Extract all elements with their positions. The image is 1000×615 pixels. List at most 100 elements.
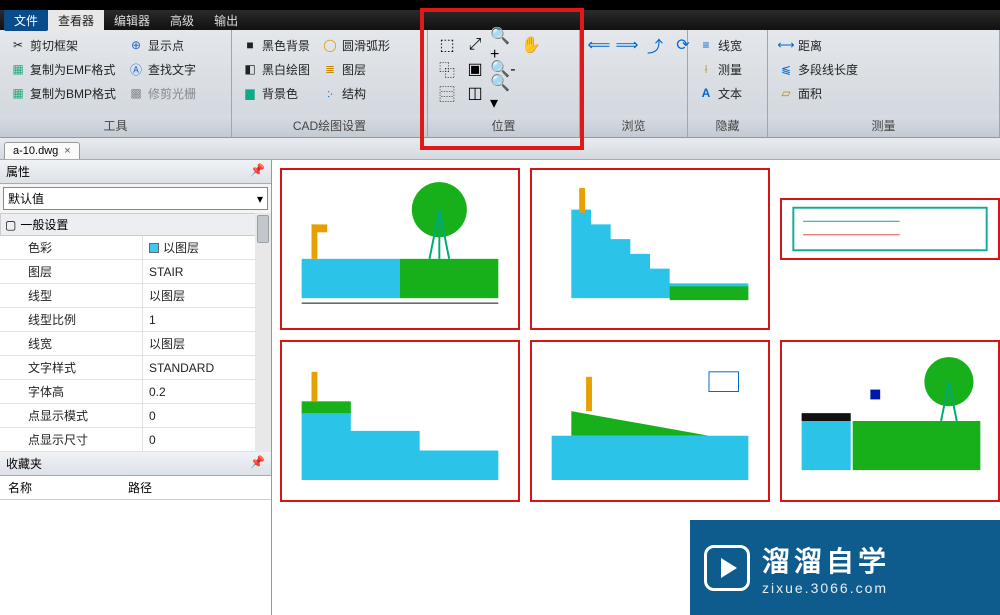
document-tab[interactable]: a-10.dwg ×: [4, 142, 80, 159]
title-bar: [0, 0, 1000, 10]
properties-panel-title: 属性 📌: [0, 160, 271, 184]
copy-bmp-button[interactable]: ▦复制为BMP格式: [6, 82, 120, 104]
black-bg-button[interactable]: ■黑色背景: [238, 34, 314, 56]
zoom-dropdown[interactable]: 🔍▾: [490, 82, 516, 104]
cad-thumb-2[interactable]: [530, 168, 770, 330]
cad-thumb-1[interactable]: [280, 168, 520, 330]
text-icon: A: [698, 85, 714, 101]
col-path[interactable]: 路径: [120, 476, 160, 499]
linewidth-icon: ≡: [698, 37, 714, 53]
menu-output[interactable]: 输出: [204, 10, 248, 31]
menu-editor[interactable]: 编辑器: [104, 10, 160, 31]
property-row[interactable]: 点显示模式0: [0, 404, 271, 428]
polyline-length-button[interactable]: ⫹多段线长度: [774, 58, 862, 80]
nav-fwd-button[interactable]: ⟹: [614, 34, 640, 56]
bw-icon: ◧: [242, 61, 258, 77]
ribbon-label-browse: 浏览: [580, 115, 687, 137]
close-tab-icon[interactable]: ×: [64, 145, 70, 157]
zoom-in-button[interactable]: 🔍+: [490, 34, 516, 56]
play-icon: [704, 545, 750, 591]
pos-icon-6[interactable]: ◫: [462, 82, 488, 104]
watermark-url: zixue.3066.com: [762, 580, 890, 596]
bgcolor-icon: ▆: [242, 85, 258, 101]
trim-icon: ▩: [128, 85, 144, 101]
ribbon-label-hide: 隐藏: [688, 115, 767, 137]
property-row[interactable]: 线型比例1: [0, 308, 271, 332]
default-combo[interactable]: 默认值▾: [3, 187, 268, 210]
emf-icon: ▦: [10, 61, 26, 77]
structure-button[interactable]: ჻结构: [318, 82, 394, 104]
property-row[interactable]: 字体高0.2: [0, 380, 271, 404]
ribbon-group-browse: ⟸ ⟹ ⤴ ⟳ 浏览: [580, 30, 688, 137]
measure-toggle-button[interactable]: ⟊测量: [694, 58, 746, 80]
crop-icon: ✂: [10, 37, 26, 53]
distance-icon: ⟷: [778, 37, 794, 53]
col-name[interactable]: 名称: [0, 476, 120, 499]
ruler-icon: ⟊: [698, 61, 714, 77]
pos-icon-1[interactable]: ⬚: [434, 34, 460, 56]
ribbon-label-measure: 测量: [768, 115, 999, 137]
menu-viewer[interactable]: 查看器: [48, 10, 104, 31]
ribbon-label-position: 位置: [428, 115, 579, 137]
structure-icon: ჻: [322, 85, 338, 101]
document-tabs: a-10.dwg ×: [0, 138, 1000, 160]
arc-icon: ◯: [322, 37, 338, 53]
property-row[interactable]: 图层STAIR: [0, 260, 271, 284]
pos-icon-4[interactable]: ▣: [462, 58, 488, 80]
pos-icon-5[interactable]: ⿳: [434, 82, 460, 104]
layers-icon: ≣: [322, 61, 338, 77]
area-button[interactable]: ▱面积: [774, 82, 862, 104]
text-toggle-button[interactable]: A文本: [694, 82, 746, 104]
chevron-down-icon: ▾: [257, 192, 263, 206]
property-category[interactable]: ▢一般设置: [0, 213, 271, 236]
smooth-arc-button[interactable]: ◯圆滑弧形: [318, 34, 394, 56]
pos-icon-2[interactable]: ⤢: [462, 34, 488, 56]
ribbon-group-hide: ≡线宽 ⟊测量 A文本 隐藏: [688, 30, 768, 137]
bmp-icon: ▦: [10, 85, 26, 101]
cad-thumb-5[interactable]: [780, 340, 1000, 502]
property-row[interactable]: 点显示尺寸0: [0, 428, 271, 452]
pan-button[interactable]: ✋: [518, 34, 544, 56]
show-point-button[interactable]: ⊕显示点: [124, 34, 200, 56]
copy-emf-button[interactable]: ▦复制为EMF格式: [6, 58, 120, 80]
pin-icon[interactable]: 📌: [250, 163, 265, 180]
point-icon: ⊕: [128, 37, 144, 53]
ribbon-label-cad: CAD绘图设置: [232, 115, 427, 137]
menu-file[interactable]: 文件: [4, 10, 48, 31]
bw-draw-button[interactable]: ◧黑白绘图: [238, 58, 314, 80]
ribbon: ✂剪切框架 ▦复制为EMF格式 ▦复制为BMP格式 ⊕显示点 Ⓐ查找文字 ▩修剪…: [0, 30, 1000, 138]
scrollbar[interactable]: [255, 213, 271, 452]
property-row[interactable]: 色彩以图层: [0, 236, 271, 260]
favorites-panel-title: 收藏夹 📌: [0, 452, 271, 476]
favorites-header: 名称 路径: [0, 476, 271, 500]
property-row[interactable]: 线宽以图层: [0, 332, 271, 356]
left-panel: 属性 📌 默认值▾ ▢一般设置 色彩以图层图层STAIR线型以图层线型比例1线宽…: [0, 160, 272, 615]
watermark-title: 溜溜自学: [762, 540, 890, 580]
nav-back-button[interactable]: ⟸: [586, 34, 612, 56]
distance-button[interactable]: ⟷距离: [774, 34, 862, 56]
trim-raster-button[interactable]: ▩修剪光栅: [124, 82, 200, 104]
pin-icon[interactable]: 📌: [250, 455, 265, 472]
nav-out-button[interactable]: ⤴: [642, 34, 668, 56]
property-row[interactable]: 文字样式STANDARD: [0, 356, 271, 380]
find-text-button[interactable]: Ⓐ查找文字: [124, 58, 200, 80]
cad-thumb-4[interactable]: [530, 340, 770, 502]
ribbon-group-measure: ⟷距离 ⫹多段线长度 ▱面积 测量: [768, 30, 1000, 137]
layers-button[interactable]: ≣图层: [318, 58, 394, 80]
watermark: 溜溜自学 zixue.3066.com: [690, 520, 1000, 615]
black-bg-icon: ■: [242, 37, 258, 53]
cad-thumb-3[interactable]: [280, 340, 520, 502]
property-row[interactable]: 线型以图层: [0, 284, 271, 308]
linewidth-button[interactable]: ≡线宽: [694, 34, 746, 56]
area-icon: ▱: [778, 85, 794, 101]
polyline-icon: ⫹: [778, 61, 794, 77]
ribbon-label-tools: 工具: [0, 115, 231, 137]
menu-advanced[interactable]: 高级: [160, 10, 204, 31]
find-icon: Ⓐ: [128, 61, 144, 77]
favorites-body: [0, 500, 271, 615]
cad-thumb-legend[interactable]: [780, 198, 1000, 260]
bg-color-button[interactable]: ▆背景色: [238, 82, 314, 104]
crop-frame-button[interactable]: ✂剪切框架: [6, 34, 120, 56]
ribbon-group-position: ⬚ ⤢ 🔍+ ✋ ⿻ ▣ 🔍- ⿳ ◫ 🔍▾ 位置: [428, 30, 580, 137]
pos-icon-3[interactable]: ⿻: [434, 58, 460, 80]
